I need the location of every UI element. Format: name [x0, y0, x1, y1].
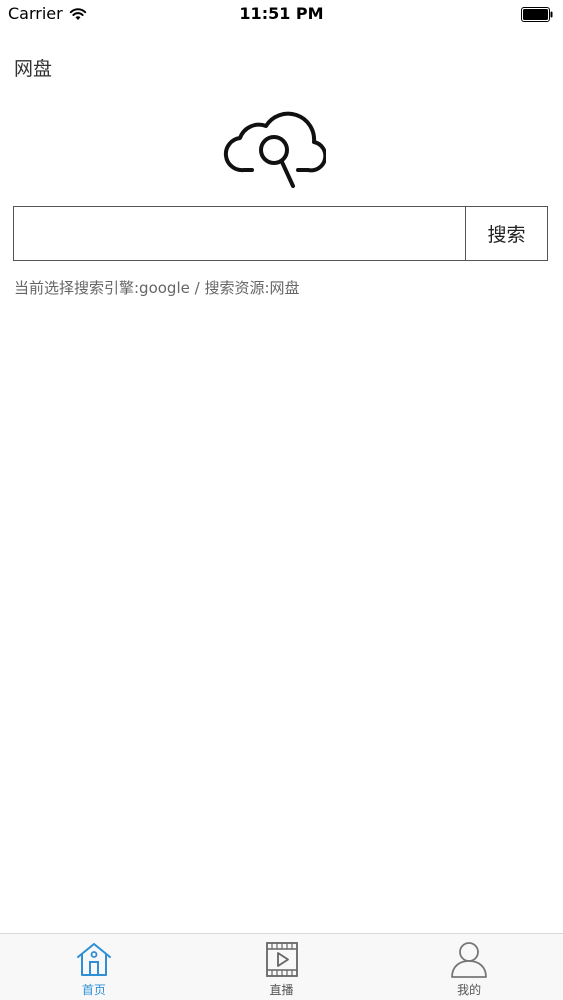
tab-home[interactable]: 首页: [0, 934, 188, 1000]
tab-live-label: 直播: [269, 983, 294, 997]
screen: Carrier 11:51 PM 网盘 搜索 当前选择搜索引擎:google /…: [0, 0, 563, 1000]
search-engine-hint: 当前选择搜索引擎:google / 搜索资源:网盘: [14, 279, 300, 297]
tab-bar: 首页 直播 我的: [0, 933, 563, 1000]
search-input[interactable]: [14, 207, 465, 260]
tab-profile-label: 我的: [457, 983, 482, 997]
video-play-icon: [265, 942, 298, 977]
search-button[interactable]: 搜索: [465, 207, 547, 260]
search-bar: 搜索: [13, 206, 548, 261]
battery-icon: [521, 7, 553, 22]
page-title: 网盘: [14, 58, 53, 80]
status-bar: Carrier 11:51 PM: [0, 0, 563, 30]
user-icon: [451, 942, 488, 978]
tab-home-label: 首页: [81, 983, 106, 997]
cloud-search-icon: [223, 111, 326, 188]
status-time: 11:51 PM: [239, 4, 324, 23]
tab-live[interactable]: 直播: [188, 934, 376, 1000]
home-icon: [76, 943, 111, 976]
tab-profile[interactable]: 我的: [375, 934, 563, 1000]
